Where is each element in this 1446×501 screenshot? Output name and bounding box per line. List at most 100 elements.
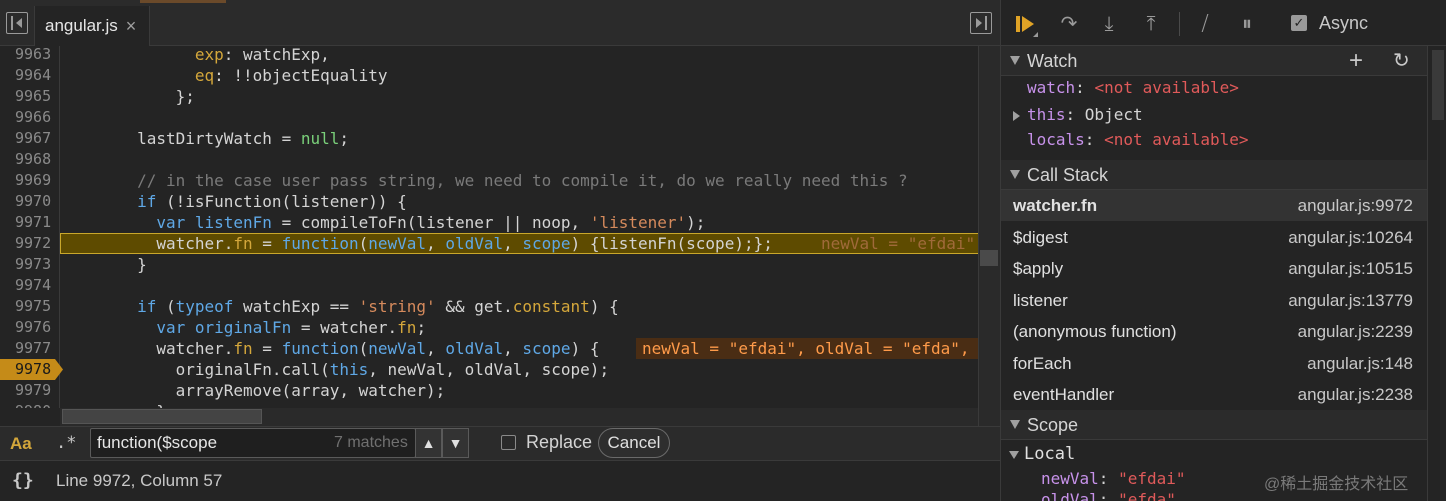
frame-location[interactable]: angular.js:2238 — [1298, 385, 1413, 405]
scrollbar-thumb[interactable] — [1432, 50, 1444, 120]
code-line[interactable]: } — [60, 254, 978, 275]
scope-var-oldval[interactable]: oldVal: "efda" — [1041, 490, 1176, 501]
call-stack-section-header[interactable]: Call Stack — [1001, 160, 1427, 190]
line-number[interactable]: 9977 — [0, 338, 60, 359]
code-line[interactable] — [60, 275, 978, 296]
step-out-icon[interactable]: ⤒ — [1137, 10, 1165, 38]
frame-location[interactable]: angular.js:10515 — [1288, 259, 1413, 279]
step-into-icon[interactable]: ⤓ — [1095, 10, 1123, 38]
call-frame[interactable]: listener angular.js:13779 — [1001, 285, 1427, 316]
toolbar-divider — [1179, 12, 1180, 36]
pretty-print-icon[interactable]: {} — [12, 470, 34, 491]
tab-angular-js[interactable]: angular.js × — [34, 6, 150, 46]
call-frame[interactable]: (anonymous function) angular.js:2239 — [1001, 316, 1427, 347]
frame-function: $apply — [1013, 259, 1064, 278]
call-frame[interactable]: watcher.fn angular.js:9972 — [1001, 190, 1427, 221]
code-line[interactable]: if (!isFunction(listener)) { — [60, 191, 978, 212]
editor-horizontal-scrollbar[interactable] — [60, 408, 978, 426]
line-number[interactable]: 9971 — [0, 212, 60, 233]
scrollbar-thumb[interactable] — [980, 250, 998, 266]
cancel-button[interactable]: Cancel — [598, 428, 670, 458]
step-over-icon[interactable]: ↷ — [1055, 10, 1083, 38]
line-number[interactable]: 9980 — [0, 401, 60, 408]
line-number[interactable]: 9974 — [0, 275, 60, 296]
pause-on-exceptions-icon[interactable]: ⏸ — [1233, 10, 1261, 38]
frame-function: listener — [1013, 290, 1068, 310]
inline-value: newVal = "efdai" — [821, 234, 976, 253]
add-icon[interactable]: + — [1349, 47, 1363, 75]
resume-icon[interactable] — [1011, 10, 1039, 38]
code-line[interactable] — [60, 149, 978, 170]
expand-icon[interactable] — [1013, 111, 1020, 121]
frame-function: watcher.fn — [1013, 196, 1098, 215]
code-line[interactable]: if (typeof watchExp == 'string' && get.c… — [60, 296, 978, 317]
watch-section-header[interactable]: Watch + ↻ — [1001, 46, 1427, 76]
code-area[interactable]: exp: watchExp, eq: !!objectEquality }; l… — [0, 46, 978, 408]
code-line[interactable]: var listenFn = compileToFn(listener || n… — [60, 212, 978, 233]
code-line[interactable]: var originalFn = watcher.fn; — [60, 317, 978, 338]
line-number[interactable]: 9972 — [0, 233, 60, 254]
line-number[interactable]: 9969 — [0, 170, 60, 191]
frame-location[interactable]: angular.js:9972 — [1298, 196, 1413, 216]
frame-location[interactable]: angular.js:148 — [1307, 354, 1413, 374]
collapse-icon — [1010, 420, 1020, 429]
code-line[interactable]: }; — [60, 86, 978, 107]
scope-local[interactable]: Local — [1009, 444, 1075, 464]
line-number[interactable]: 9964 — [0, 65, 60, 86]
debugger-sidebar: ↷ ⤓ ⤒ ⧸ ⏸ ✓ Async Watch + ↻ watch: <not … — [1000, 0, 1446, 501]
async-checkbox[interactable]: ✓ — [1291, 15, 1307, 31]
toggle-navigator-icon[interactable] — [6, 12, 28, 34]
toggle-debugger-icon[interactable] — [970, 12, 992, 34]
scope-section-header[interactable]: Scope — [1001, 410, 1427, 440]
regex-toggle[interactable]: .* — [56, 433, 76, 453]
line-number[interactable]: 9979 — [0, 380, 60, 401]
call-frame[interactable]: $apply angular.js:10515 — [1001, 253, 1427, 284]
sidebar-scrollbar[interactable] — [1427, 46, 1446, 501]
code-line[interactable] — [60, 107, 978, 128]
call-frame[interactable]: eventHandler angular.js:2238 — [1001, 379, 1427, 410]
watermark: @稀土掘金技术社区 — [1264, 476, 1409, 493]
frame-location[interactable]: angular.js:2239 — [1298, 322, 1413, 342]
line-number[interactable]: 9973 — [0, 254, 60, 275]
line-number[interactable]: 9976 — [0, 317, 60, 338]
line-number[interactable]: 9967 — [0, 128, 60, 149]
previous-match-button[interactable]: ▲ — [415, 428, 442, 458]
tab-accent-line — [140, 0, 226, 3]
collapse-icon — [1010, 56, 1020, 65]
watch-expression[interactable]: watch: <not available> — [1027, 78, 1239, 97]
close-icon[interactable]: × — [126, 16, 137, 37]
deactivate-breakpoints-icon[interactable]: ⧸ — [1191, 10, 1219, 38]
code-line[interactable]: exp: watchExp, — [60, 46, 978, 65]
line-number[interactable]: 9970 — [0, 191, 60, 212]
code-line[interactable]: originalFn.call(this, newVal, oldVal, sc… — [60, 359, 978, 380]
code-line[interactable]: arrayRemove(array, watcher); — [60, 380, 978, 401]
scrollbar-thumb[interactable] — [62, 409, 262, 424]
next-match-button[interactable]: ▼ — [442, 428, 469, 458]
code-line[interactable]: eq: !!objectEquality — [60, 65, 978, 86]
code-line[interactable]: lastDirtyWatch = null; — [60, 128, 978, 149]
code-line[interactable]: } — [60, 401, 978, 408]
line-number[interactable]: 9968 — [0, 149, 60, 170]
watch-expression[interactable]: locals: <not available> — [1027, 130, 1249, 149]
tab-label: angular.js — [45, 16, 118, 35]
section-title: Scope — [1027, 415, 1079, 435]
line-number[interactable]: 9966 — [0, 107, 60, 128]
frame-location[interactable]: angular.js:10264 — [1288, 228, 1413, 248]
scope-var-newval[interactable]: newVal: "efdai" — [1041, 469, 1186, 488]
replace-checkbox[interactable] — [501, 435, 516, 450]
match-case-toggle[interactable]: Aa — [10, 434, 32, 454]
call-frame[interactable]: forEach angular.js:148 — [1001, 348, 1427, 379]
line-number[interactable]: 9965 — [0, 86, 60, 107]
call-frame[interactable]: $digest angular.js:10264 — [1001, 222, 1427, 253]
section-title: Watch — [1027, 51, 1078, 71]
line-number[interactable]: 9963 — [0, 46, 60, 65]
debugger-toolbar: ↷ ⤓ ⤒ ⧸ ⏸ ✓ Async — [1001, 0, 1446, 46]
line-number[interactable]: 9975 — [0, 296, 60, 317]
breakpoint-marker[interactable]: 9978 — [0, 359, 63, 380]
editor-vertical-scrollbar[interactable] — [978, 46, 1000, 426]
watch-expression[interactable]: this: Object — [1027, 105, 1143, 124]
frame-location[interactable]: angular.js:13779 — [1288, 291, 1413, 311]
refresh-icon[interactable]: ↻ — [1393, 48, 1410, 73]
frame-function: forEach — [1013, 353, 1072, 373]
code-line[interactable]: // in the case user pass string, we need… — [60, 170, 978, 191]
